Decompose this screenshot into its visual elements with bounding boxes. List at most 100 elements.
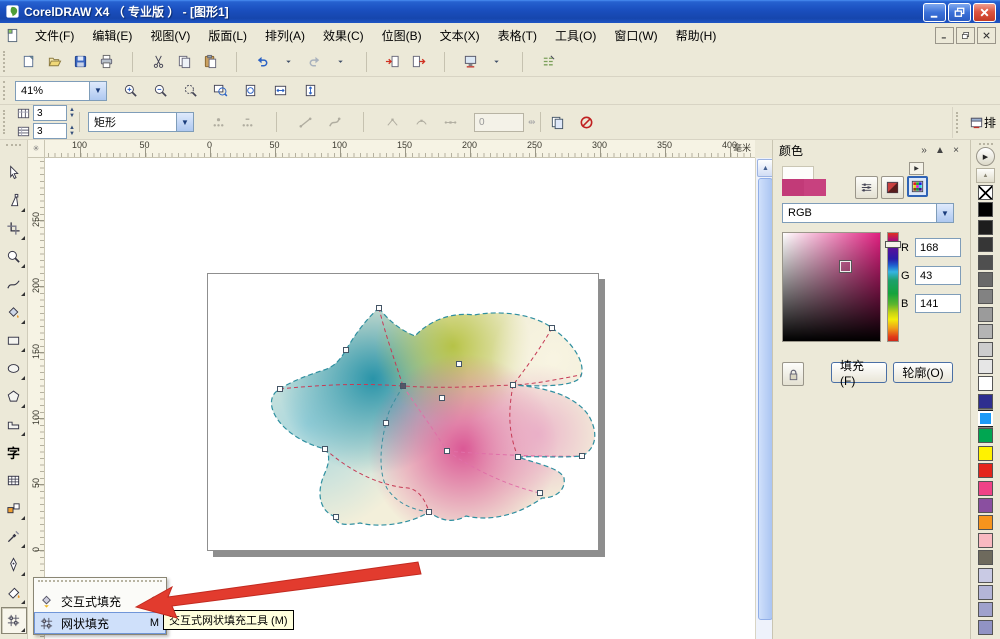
zoom-button[interactable] <box>177 78 203 104</box>
mdi-control-button[interactable] <box>935 27 954 44</box>
toolbox-tool[interactable] <box>1 159 27 186</box>
toolbox-tool[interactable] <box>1 215 27 242</box>
vertical-scrollbar[interactable]: ▲ <box>755 158 774 639</box>
menu-item[interactable]: 文本(X) <box>431 24 489 47</box>
grid-columns-field[interactable]: 3 <box>33 105 67 121</box>
palette-swatch[interactable] <box>978 185 993 200</box>
color-model-combo[interactable]: RGB ▼ <box>782 203 954 223</box>
window-icon[interactable] <box>968 115 984 131</box>
toolbox-tool[interactable] <box>1 299 27 326</box>
palette-swatch[interactable] <box>978 306 993 322</box>
menu-item[interactable]: 效果(C) <box>314 24 373 47</box>
window-control-button[interactable] <box>973 3 996 22</box>
flyout-menu-item[interactable]: 交互式填充 G <box>34 590 166 612</box>
menu-item[interactable]: 版面(L) <box>199 24 256 47</box>
toolbar-button[interactable] <box>171 49 197 75</box>
palette-swatch[interactable] <box>978 237 993 253</box>
toolbar-button[interactable] <box>379 49 405 75</box>
chevron-down-icon[interactable]: ▼ <box>175 113 193 131</box>
toolbox-tool[interactable] <box>1 243 27 270</box>
window-control-button[interactable] <box>948 3 971 22</box>
toolbar-button[interactable] <box>223 49 249 75</box>
palette-swatch[interactable] <box>978 289 993 305</box>
horizontal-ruler[interactable]: 100 50 0 50 100 150 200 250 300 350 400 毫米 <box>45 140 755 158</box>
grid-rows-spinner[interactable]: ▲ ▼ <box>69 125 75 137</box>
window-control-button[interactable] <box>923 3 946 22</box>
palette-swatch[interactable] <box>978 254 993 270</box>
toolbar-button[interactable] <box>41 49 67 75</box>
node-edit-button[interactable] <box>409 109 435 135</box>
docker-close-icon[interactable]: × <box>948 145 964 156</box>
color-sliders-icon[interactable] <box>855 176 878 199</box>
mesh-mode-combo[interactable]: 矩形 ▼ <box>87 112 194 132</box>
palette-swatch[interactable] <box>978 550 993 566</box>
color-picker-area[interactable] <box>782 232 881 342</box>
mdi-control-button[interactable] <box>956 27 975 44</box>
toolbar-button[interactable] <box>457 49 483 75</box>
toolbox-tool[interactable] <box>1 271 27 298</box>
zoom-button[interactable] <box>117 78 143 104</box>
chevron-down-icon[interactable]: ▼ <box>936 204 953 222</box>
node-edit-button[interactable] <box>264 109 290 135</box>
toolbar-button[interactable] <box>431 49 457 75</box>
toolbar-grip[interactable] <box>3 51 12 72</box>
palette-swatch[interactable] <box>978 463 993 479</box>
menu-item[interactable]: 表格(T) <box>489 24 546 47</box>
toolbox-tool[interactable] <box>1 383 27 410</box>
toolbox-tool[interactable] <box>0 607 27 634</box>
zoom-button[interactable] <box>207 78 233 104</box>
toolbar-button[interactable] <box>15 49 41 75</box>
fill-button[interactable]: 填充(F) <box>831 359 887 388</box>
toolbar-button[interactable] <box>197 49 223 75</box>
toolbar-button[interactable] <box>405 49 431 75</box>
palette-swatch[interactable] <box>978 324 993 340</box>
toolbar-grip[interactable] <box>3 81 12 100</box>
docker-expand-icon[interactable]: » <box>916 145 932 156</box>
palette-swatch[interactable] <box>978 271 993 287</box>
palette-swatch[interactable] <box>978 445 993 461</box>
toolbox-tool[interactable] <box>1 495 27 522</box>
hue-slider-handle[interactable] <box>885 241 901 248</box>
palette-swatch[interactable] <box>978 376 993 392</box>
toolbar-button[interactable] <box>509 49 535 75</box>
palette-flyout-icon[interactable]: ▶ <box>976 147 995 166</box>
zoom-button[interactable] <box>237 78 263 104</box>
node-edit-button[interactable] <box>438 109 464 135</box>
palette-swatch[interactable] <box>978 584 993 600</box>
toolbox-tool[interactable] <box>1 411 27 438</box>
toolbox-tool[interactable] <box>1 523 27 550</box>
hue-slider[interactable] <box>885 232 901 342</box>
mesh-action-button[interactable] <box>545 109 571 135</box>
toolbox-tool[interactable] <box>1 187 27 214</box>
channel-value-field[interactable]: 43 <box>915 266 961 285</box>
palette-swatch[interactable] <box>978 358 993 374</box>
node-edit-button[interactable] <box>293 109 319 135</box>
mesh-action-button[interactable] <box>574 109 600 135</box>
node-edit-button[interactable] <box>380 109 406 135</box>
zoom-level-combo[interactable]: 41% ▼ <box>15 80 107 101</box>
palette-grip[interactable] <box>978 143 993 145</box>
palette-swatch[interactable] <box>978 411 993 427</box>
toolbar-button[interactable] <box>275 49 301 75</box>
toolbar-button[interactable] <box>301 49 327 75</box>
toolbox-grip[interactable] <box>6 144 21 154</box>
page[interactable] <box>207 273 599 551</box>
zoom-button[interactable] <box>267 78 293 104</box>
palette-scroll-up-icon[interactable]: ▲ <box>976 168 995 183</box>
vertical-ruler[interactable]: 250 200 150 100 50 0 <box>28 158 45 639</box>
menu-item[interactable]: 位图(B) <box>373 24 431 47</box>
toolbox-tool[interactable] <box>1 355 27 382</box>
grid-columns-spinner[interactable]: ▲ ▼ <box>69 107 75 119</box>
node-edit-button[interactable] <box>322 109 348 135</box>
channel-value-field[interactable]: 141 <box>915 294 961 313</box>
drawing-canvas[interactable] <box>45 158 755 639</box>
palette-swatch[interactable] <box>978 619 993 635</box>
docker-flyout-icon[interactable]: ▶ <box>909 162 924 175</box>
palette-swatch[interactable] <box>978 567 993 583</box>
node-edit-button[interactable] <box>206 109 232 135</box>
toolbox-tool[interactable] <box>1 467 27 494</box>
toolbar-button[interactable] <box>119 49 145 75</box>
menu-item[interactable]: 编辑(E) <box>83 24 141 47</box>
palette-swatch[interactable] <box>978 480 993 496</box>
palette-swatch[interactable] <box>978 341 993 357</box>
